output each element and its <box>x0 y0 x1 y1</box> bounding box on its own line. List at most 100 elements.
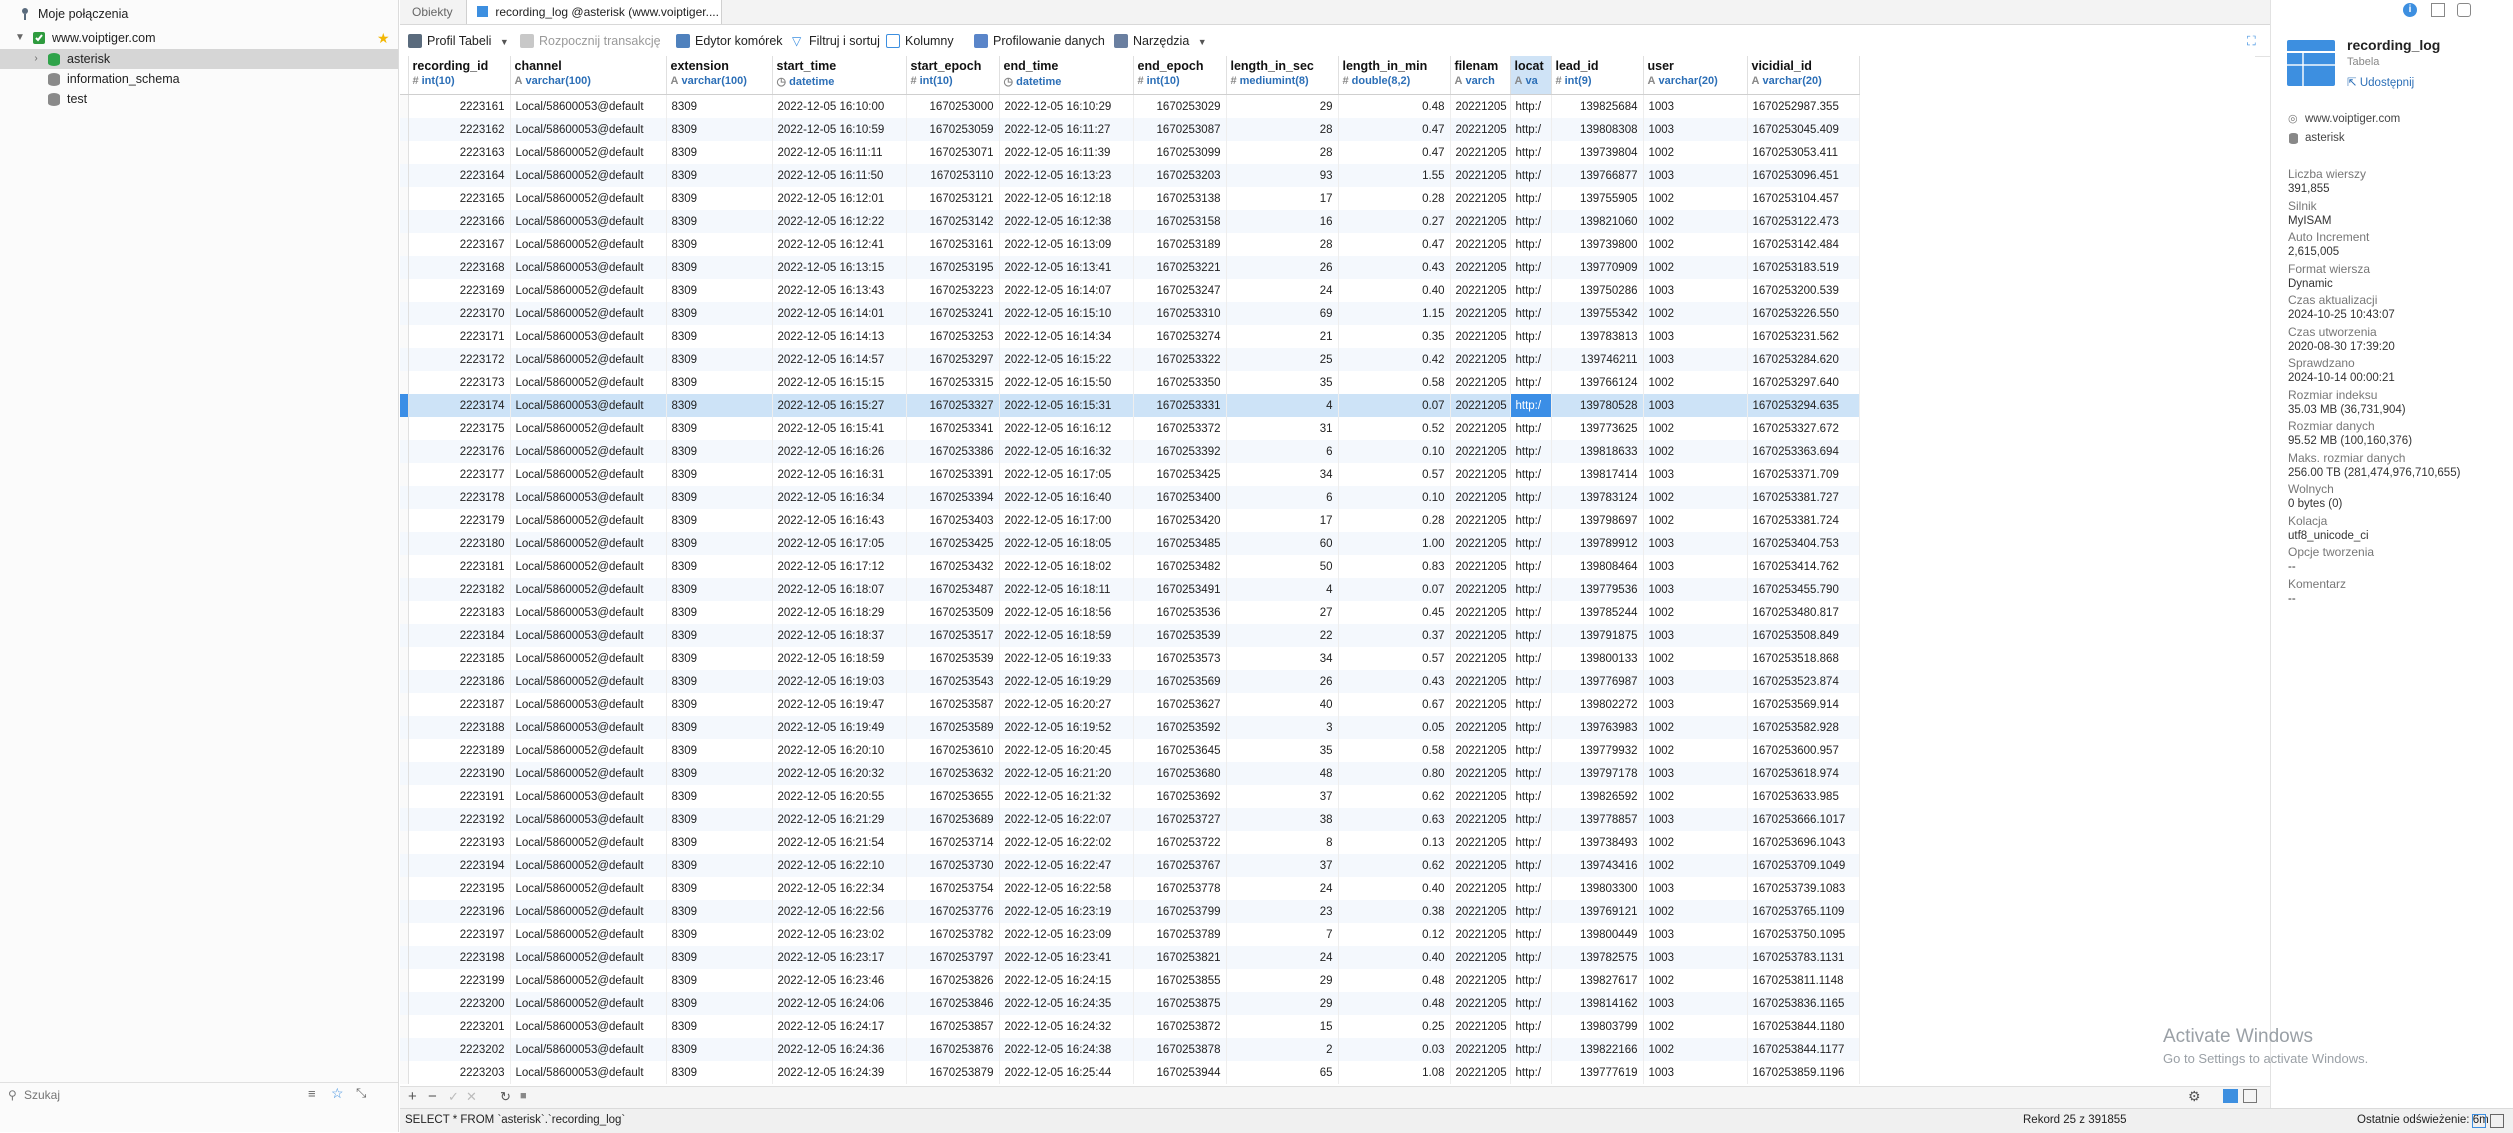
cell-filenam[interactable]: 20221205 <box>1450 601 1511 624</box>
cell-channel[interactable]: Local/58600053@default <box>510 394 667 417</box>
cell-filenam[interactable]: 20221205 <box>1450 233 1511 256</box>
table-row[interactable]: 2223189 Local/58600052@default 8309 2022-12… <box>400 739 1860 762</box>
form-view-icon[interactable] <box>2243 1089 2257 1103</box>
cell-recording-id[interactable]: 2223163 <box>408 141 511 164</box>
cell-length-in-sec[interactable]: 17 <box>1226 187 1339 210</box>
cell-recording-id[interactable]: 2223197 <box>408 923 511 946</box>
row-header[interactable] <box>400 808 409 831</box>
table-row[interactable]: 2223174 Local/58600053@default 8309 2022-12… <box>400 394 1860 417</box>
cell-locat[interactable]: http:/ <box>1510 210 1552 233</box>
table-row[interactable]: 2223162 Local/58600053@default 8309 2022-12… <box>400 118 1860 141</box>
cell-user[interactable]: 1002 <box>1643 210 1748 233</box>
database-item-information-schema[interactable]: information_schema <box>0 69 398 89</box>
cell-locat[interactable]: http:/ <box>1510 1015 1552 1038</box>
cell-start-epoch[interactable]: 1670253587 <box>906 693 1000 716</box>
cell-length-in-min[interactable]: 0.10 <box>1338 440 1451 463</box>
tab-recording-log[interactable]: recording_log @asterisk (www.voiptiger..… <box>466 0 722 24</box>
cell-end-epoch[interactable]: 1670253029 <box>1133 94 1227 118</box>
cell-vicidial-id[interactable]: 1670253096.451 <box>1747 164 1860 187</box>
cell-end-epoch[interactable]: 1670253189 <box>1133 233 1227 256</box>
column-header-extension[interactable]: extension Avarchar(100) <box>666 56 773 95</box>
cell-start-epoch[interactable]: 1670253121 <box>906 187 1000 210</box>
cell-start-time[interactable]: 2022-12-05 16:16:26 <box>772 440 907 463</box>
cell-length-in-min[interactable]: 0.38 <box>1338 900 1451 923</box>
cell-user[interactable]: 1002 <box>1643 647 1748 670</box>
cell-extension[interactable]: 8309 <box>666 440 773 463</box>
cell-start-epoch[interactable]: 1670253110 <box>906 164 1000 187</box>
cell-end-time[interactable]: 2022-12-05 16:15:31 <box>999 394 1134 417</box>
cell-vicidial-id[interactable]: 1670253508.849 <box>1747 624 1860 647</box>
cell-length-in-sec[interactable]: 4 <box>1226 578 1339 601</box>
cell-start-time[interactable]: 2022-12-05 16:22:10 <box>772 854 907 877</box>
row-header[interactable] <box>400 486 409 509</box>
cell-start-epoch[interactable]: 1670253876 <box>906 1038 1000 1061</box>
column-header-start-time[interactable]: start_time ◷ datetime <box>772 56 907 95</box>
cell-vicidial-id[interactable]: 1670253284.620 <box>1747 348 1860 371</box>
row-header[interactable] <box>400 831 409 854</box>
row-header[interactable] <box>400 555 409 578</box>
cell-length-in-min[interactable]: 0.58 <box>1338 371 1451 394</box>
cell-end-time[interactable]: 2022-12-05 16:25:44 <box>999 1061 1134 1084</box>
cell-recording-id[interactable]: 2223189 <box>408 739 511 762</box>
table-row[interactable]: 2223193 Local/58600052@default 8309 2022-12… <box>400 831 1860 854</box>
cell-filenam[interactable]: 20221205 <box>1450 1015 1511 1038</box>
cell-extension[interactable]: 8309 <box>666 854 773 877</box>
cell-extension[interactable]: 8309 <box>666 141 773 164</box>
cell-locat[interactable]: http:/ <box>1510 164 1552 187</box>
cell-recording-id[interactable]: 2223186 <box>408 670 511 693</box>
cell-recording-id[interactable]: 2223198 <box>408 946 511 969</box>
cell-vicidial-id[interactable]: 1670253618.974 <box>1747 762 1860 785</box>
cell-extension[interactable]: 8309 <box>666 647 773 670</box>
cell-end-time[interactable]: 2022-12-05 16:22:58 <box>999 877 1134 900</box>
row-header[interactable] <box>400 601 409 624</box>
cell-recording-id[interactable]: 2223179 <box>408 509 511 532</box>
cell-recording-id[interactable]: 2223166 <box>408 210 511 233</box>
column-header-end-epoch[interactable]: end_epoch # int(10) <box>1133 56 1227 95</box>
cell-recording-id[interactable]: 2223171 <box>408 325 511 348</box>
cell-lead-id[interactable]: 139822166 <box>1551 1038 1644 1061</box>
cell-extension[interactable]: 8309 <box>666 325 773 348</box>
cell-length-in-sec[interactable]: 93 <box>1226 164 1339 187</box>
table-row[interactable]: 2223203 Local/58600053@default 8309 2022-12… <box>400 1061 1860 1084</box>
row-header[interactable] <box>400 877 409 900</box>
cell-end-epoch[interactable]: 1670253331 <box>1133 394 1227 417</box>
cell-extension[interactable]: 8309 <box>666 670 773 693</box>
column-header-user[interactable]: user Avarchar(20) <box>1643 56 1748 95</box>
cell-length-in-min[interactable]: 0.63 <box>1338 808 1451 831</box>
cell-vicidial-id[interactable]: 1670253696.1043 <box>1747 831 1860 854</box>
cell-start-time[interactable]: 2022-12-05 16:21:54 <box>772 831 907 854</box>
cell-lead-id[interactable]: 139779536 <box>1551 578 1644 601</box>
cell-start-epoch[interactable]: 1670253142 <box>906 210 1000 233</box>
cell-channel[interactable]: Local/58600053@default <box>510 256 667 279</box>
cell-end-epoch[interactable]: 1670253099 <box>1133 141 1227 164</box>
cell-end-time[interactable]: 2022-12-05 16:11:39 <box>999 141 1134 164</box>
cell-user[interactable]: 1002 <box>1643 1038 1748 1061</box>
cell-extension[interactable]: 8309 <box>666 831 773 854</box>
cell-channel[interactable]: Local/58600052@default <box>510 739 667 762</box>
cell-start-time[interactable]: 2022-12-05 16:12:22 <box>772 210 907 233</box>
cell-end-epoch[interactable]: 1670253425 <box>1133 463 1227 486</box>
cell-vicidial-id[interactable]: 1670253297.640 <box>1747 371 1860 394</box>
ddl-icon[interactable] <box>2431 3 2445 17</box>
cell-extension[interactable]: 8309 <box>666 417 773 440</box>
cell-channel[interactable]: Local/58600053@default <box>510 118 667 141</box>
cell-length-in-min[interactable]: 0.42 <box>1338 348 1451 371</box>
stop-icon[interactable]: ■ <box>520 1090 527 1102</box>
cell-user[interactable]: 1002 <box>1643 900 1748 923</box>
profile-button[interactable]: Profil Tabeli ▼ <box>408 31 509 51</box>
cell-channel[interactable]: Local/58600053@default <box>510 1038 667 1061</box>
cell-user[interactable]: 1003 <box>1643 693 1748 716</box>
cell-end-time[interactable]: 2022-12-05 16:23:41 <box>999 946 1134 969</box>
cell-channel[interactable]: Local/58600052@default <box>510 578 667 601</box>
cell-recording-id[interactable]: 2223162 <box>408 118 511 141</box>
cell-channel[interactable]: Local/58600053@default <box>510 325 667 348</box>
cell-locat[interactable]: http:/ <box>1510 969 1552 992</box>
cell-length-in-min[interactable]: 0.62 <box>1338 854 1451 877</box>
table-row[interactable]: 2223177 Local/58600052@default 8309 2022-12… <box>400 463 1860 486</box>
cell-vicidial-id[interactable]: 1670253414.762 <box>1747 555 1860 578</box>
cell-length-in-sec[interactable]: 17 <box>1226 509 1339 532</box>
cell-extension[interactable]: 8309 <box>666 1061 773 1084</box>
cell-length-in-min[interactable]: 0.48 <box>1338 94 1451 118</box>
row-header[interactable] <box>400 187 409 210</box>
cell-end-time[interactable]: 2022-12-05 16:18:59 <box>999 624 1134 647</box>
